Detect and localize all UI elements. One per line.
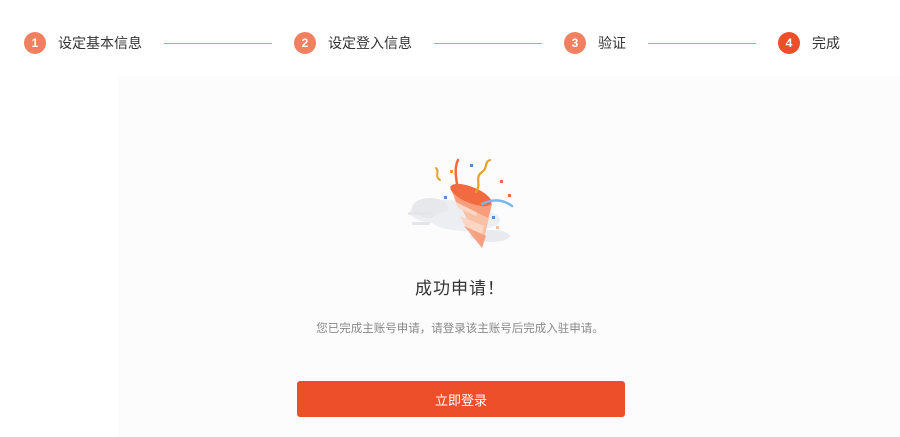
- step-number-1: 1: [24, 32, 46, 54]
- step-label-verify: 验证: [598, 36, 626, 52]
- step-label-basic-info: 设定基本信息: [58, 36, 142, 52]
- party-popper-icon: [404, 156, 520, 252]
- step-number-3: 3: [564, 32, 586, 54]
- step-basic-info: 1 设定基本信息: [24, 32, 142, 54]
- step-verify: 3 验证: [564, 32, 626, 54]
- step-login-info: 2 设定登入信息: [294, 32, 412, 54]
- step-number-2: 2: [294, 32, 316, 54]
- success-title: 成功申请！: [415, 279, 505, 299]
- step-label-login-info: 设定登入信息: [328, 36, 412, 52]
- step-label-complete: 完成: [812, 36, 840, 52]
- login-now-button[interactable]: 立即登录: [297, 381, 625, 417]
- step-connector: [434, 42, 542, 44]
- step-complete: 4 完成: [778, 32, 840, 54]
- success-description: 您已完成主账号申请，请登录该主账号后完成入驻申请。: [316, 321, 604, 335]
- step-number-4: 4: [778, 32, 800, 54]
- progress-stepper: 1 设定基本信息 2 设定登入信息 3 验证 4 完成: [24, 30, 854, 56]
- step-connector: [164, 42, 272, 44]
- step-connector: [648, 42, 756, 44]
